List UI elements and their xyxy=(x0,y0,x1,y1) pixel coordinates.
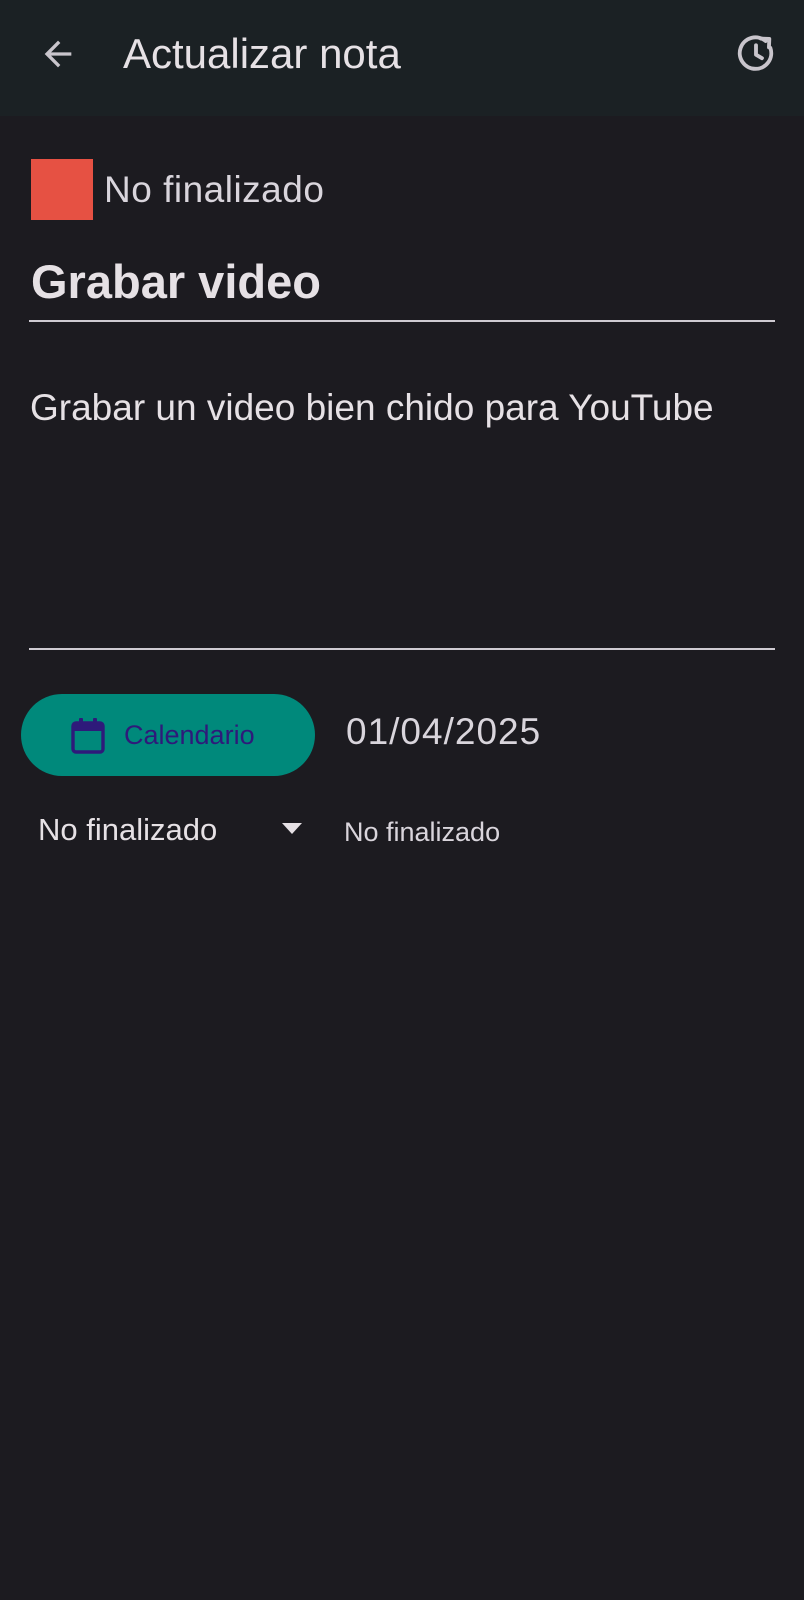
note-description-text: Grabar un video bien chido para YouTube xyxy=(30,387,714,428)
top-app-bar: Actualizar nota xyxy=(0,0,804,116)
calendar-button-label: Calendario xyxy=(124,720,255,750)
page-title: Actualizar nota xyxy=(123,30,401,77)
calendar-icon xyxy=(71,718,105,754)
note-title-field[interactable]: Grabar video xyxy=(29,250,775,322)
history-button[interactable] xyxy=(728,26,784,82)
history-icon xyxy=(737,35,774,71)
status-dropdown[interactable]: No finalizado xyxy=(30,805,312,855)
status-label: No finalizado xyxy=(104,169,325,210)
arrow-back-icon xyxy=(44,40,72,68)
note-description-field[interactable]: Grabar un video bien chido para YouTube xyxy=(29,370,775,650)
back-button[interactable] xyxy=(30,26,86,82)
selected-date: 01/04/2025 xyxy=(346,711,542,752)
dropdown-arrow-icon xyxy=(282,823,302,834)
current-status-text: No finalizado xyxy=(344,817,501,847)
note-title-text: Grabar video xyxy=(31,255,321,308)
calendar-button[interactable]: Calendario xyxy=(21,694,315,776)
status-dropdown-value: No finalizado xyxy=(38,812,218,847)
status-color-swatch xyxy=(31,159,93,220)
